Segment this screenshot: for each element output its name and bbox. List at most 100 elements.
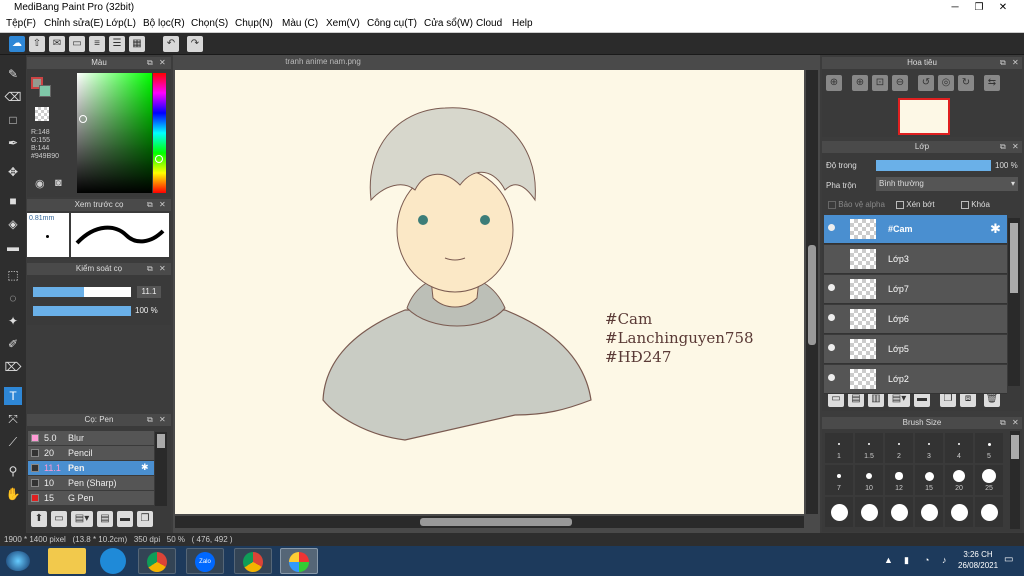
brush-size-cell[interactable]: 3 xyxy=(915,433,943,463)
zoom-in-2-icon[interactable]: ⊕ xyxy=(852,75,868,91)
protect-alpha-checkbox[interactable]: Bảo vệ alpha xyxy=(828,200,885,209)
scroll-thumb[interactable] xyxy=(157,434,165,448)
rotate-reset-icon[interactable]: ◎ xyxy=(938,75,954,91)
select-pen-icon[interactable]: ✐ xyxy=(4,335,22,353)
navigator-thumbnail[interactable] xyxy=(898,98,950,135)
zoom-in-icon[interactable]: ⊕ xyxy=(826,75,842,91)
lasso-icon[interactable]: ◌ xyxy=(4,289,22,307)
minimize-button[interactable]: ─ xyxy=(944,0,966,16)
close-icon[interactable]: ✕ xyxy=(1012,141,1019,153)
menu-edit[interactable]: Chỉnh sửa(E) xyxy=(44,18,104,29)
menu-file[interactable]: Tệp(F) xyxy=(6,18,36,29)
medibang-icon[interactable] xyxy=(280,548,318,574)
folder-icon[interactable]: ▬ xyxy=(117,511,133,527)
brush-size-cell[interactable]: 1 xyxy=(825,433,853,463)
scroll-thumb[interactable] xyxy=(420,518,572,526)
brush-size-cell[interactable]: 12 xyxy=(885,465,913,495)
close-icon[interactable]: ✕ xyxy=(159,57,166,69)
brush-settings-icon[interactable]: ▤ xyxy=(97,511,113,527)
clock[interactable]: 3:26 CH 26/08/2021 xyxy=(958,549,998,571)
saturation-value-picker[interactable] xyxy=(77,73,152,193)
maximize-button[interactable]: ❐ xyxy=(968,0,990,16)
document-tab[interactable]: tranh anime nam.png xyxy=(173,57,473,69)
pen-tool-icon[interactable]: ✒ xyxy=(4,134,22,152)
lock-checkbox[interactable]: Khóa xyxy=(961,200,990,209)
brush-size-cell[interactable]: 20 xyxy=(945,465,973,495)
notification-icon[interactable]: ▭ xyxy=(1004,554,1013,565)
brush-size-cell[interactable]: 7 xyxy=(825,465,853,495)
brush-size-cell[interactable]: 5 xyxy=(975,433,1003,463)
menu-select[interactable]: Chọn(S) xyxy=(191,18,228,29)
flip-icon[interactable]: ⇆ xyxy=(984,75,1000,91)
fit-icon[interactable]: ⊡ xyxy=(872,75,888,91)
visibility-icon[interactable] xyxy=(828,344,835,351)
scroll-thumb[interactable] xyxy=(1011,435,1019,459)
rectangle-tool-icon[interactable]: □ xyxy=(4,111,22,129)
brush-tool-icon[interactable]: ✎ xyxy=(4,65,22,83)
brush-item[interactable]: 10 Pen (Sharp) xyxy=(28,476,154,490)
brush-size-cell[interactable] xyxy=(825,497,853,527)
rotate-left-icon[interactable]: ↺ xyxy=(918,75,934,91)
brush-item[interactable]: 20 Pencil xyxy=(28,446,154,460)
clip-checkbox[interactable]: Xén bớt xyxy=(896,200,935,209)
menu-layer[interactable]: Lớp(L) xyxy=(106,18,136,29)
network-icon[interactable]: ▮ xyxy=(904,555,909,566)
brush-item[interactable]: 5.0 Blur xyxy=(28,431,154,445)
close-icon[interactable]: ✕ xyxy=(159,414,166,426)
brush-size-cell[interactable]: 4 xyxy=(945,433,973,463)
brush-size-cell[interactable] xyxy=(915,497,943,527)
layer-row[interactable]: Lớp7 xyxy=(824,275,1007,304)
brush-size-cell[interactable] xyxy=(975,497,1003,527)
select-rect-icon[interactable]: ⬚ xyxy=(4,266,22,284)
canvas-horizontal-scrollbar[interactable] xyxy=(175,516,804,528)
document-icon[interactable]: ≡ xyxy=(89,36,105,52)
brush-item[interactable]: 11.1 Pen ✱ xyxy=(28,461,154,475)
close-button[interactable]: ✕ xyxy=(992,0,1014,16)
scroll-thumb[interactable] xyxy=(808,245,816,345)
brush-size-slider[interactable] xyxy=(33,287,131,297)
brush-size-cell[interactable] xyxy=(945,497,973,527)
layer-row[interactable]: #Cam ✱ xyxy=(824,215,1007,244)
operation-tool-icon[interactable]: ⤧ xyxy=(4,410,22,428)
layer-opacity-slider[interactable] xyxy=(876,160,991,171)
blend-mode-select[interactable]: Bình thường ▾ xyxy=(876,177,1018,191)
eraser-tool-icon[interactable]: ⌫ xyxy=(4,88,22,106)
menu-color[interactable]: Màu (C) xyxy=(282,18,318,29)
popout-icon[interactable]: ⧉ xyxy=(147,199,153,211)
menu-tools[interactable]: Công cụ(T) xyxy=(367,18,417,29)
hue-slider[interactable] xyxy=(153,73,166,193)
close-icon[interactable]: ✕ xyxy=(1012,417,1019,429)
undo-button[interactable]: ↶ xyxy=(163,36,179,52)
tray-arrow-icon[interactable]: ▲ xyxy=(884,555,893,565)
popout-icon[interactable]: ⧉ xyxy=(1000,417,1006,429)
palette-icon[interactable]: ◉ xyxy=(35,177,45,190)
brush-size-cell[interactable]: 2 xyxy=(885,433,913,463)
background-color-swatch[interactable] xyxy=(39,85,51,97)
duplicate-icon[interactable]: ❐ xyxy=(137,511,153,527)
menu-help[interactable]: Help xyxy=(512,18,533,29)
menu-window[interactable]: Cửa sổ(W) xyxy=(424,18,473,29)
brush-size-cell[interactable] xyxy=(855,497,883,527)
hand-tool-icon[interactable]: ✋ xyxy=(4,485,22,503)
brush-opacity-slider[interactable] xyxy=(33,306,131,316)
edge-icon[interactable] xyxy=(100,548,126,574)
brush-size-cell[interactable]: 10 xyxy=(855,465,883,495)
select-eraser-icon[interactable]: ⌦ xyxy=(4,358,22,376)
magic-wand-icon[interactable]: ✦ xyxy=(4,312,22,330)
brush-size-cell[interactable]: 1.5 xyxy=(855,433,883,463)
layer-row[interactable]: Lớp6 xyxy=(824,305,1007,334)
transparent-swatch[interactable] xyxy=(35,107,49,121)
comment-icon[interactable]: ✉ xyxy=(49,36,65,52)
page-icon[interactable]: ▭ xyxy=(69,36,85,52)
popout-icon[interactable]: ⧉ xyxy=(147,57,153,69)
zoom-out-icon[interactable]: ⊖ xyxy=(892,75,908,91)
text-tool-icon[interactable]: T xyxy=(4,387,22,405)
eyedropper-icon[interactable]: ⚲ xyxy=(4,462,22,480)
brush-size-cell[interactable]: 15 xyxy=(915,465,943,495)
menu-filter[interactable]: Bộ lọc(R) xyxy=(143,18,185,29)
list-icon[interactable]: ☰ xyxy=(109,36,125,52)
popout-icon[interactable]: ⧉ xyxy=(1000,141,1006,153)
volume-icon[interactable]: ♪ xyxy=(942,555,947,565)
file-explorer-icon[interactable] xyxy=(48,548,86,574)
close-icon[interactable]: ✕ xyxy=(159,199,166,211)
